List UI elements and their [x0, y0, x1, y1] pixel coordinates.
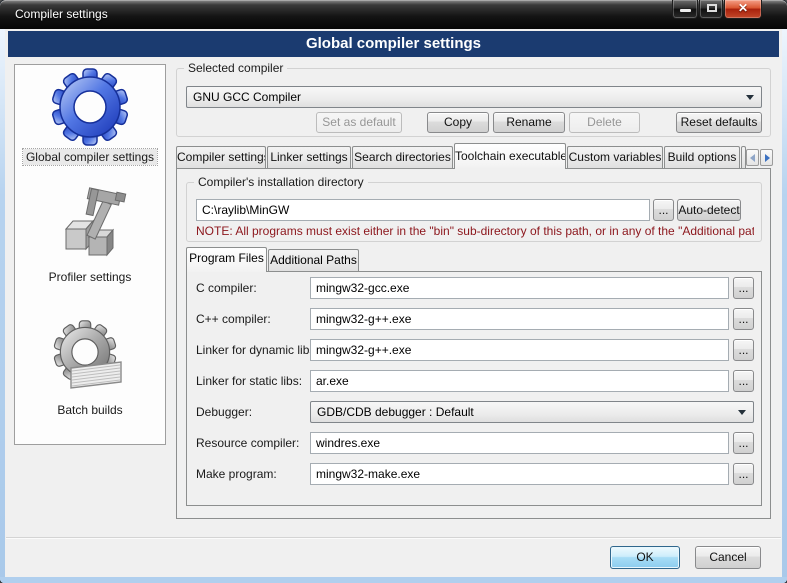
c-compiler-browse-button[interactable]: ...: [733, 277, 754, 299]
debugger-select[interactable]: GDB/CDB debugger : Default: [310, 401, 754, 423]
resource-compiler-label: Resource compiler:: [196, 436, 299, 450]
install-dir-legend: Compiler's installation directory: [194, 175, 368, 189]
install-dir-input[interactable]: [196, 199, 650, 221]
tab-scroll-left-button[interactable]: [746, 149, 759, 166]
chevron-down-icon: [746, 95, 754, 100]
compiler-settings-dialog: Compiler settings ✕ Global compiler sett…: [0, 0, 787, 583]
make-program-label: Make program:: [196, 467, 277, 481]
debugger-select-value: GDB/CDB debugger : Default: [317, 402, 474, 422]
auto-detect-button[interactable]: Auto-detect: [677, 199, 741, 221]
close-button[interactable]: ✕: [724, 0, 762, 19]
tab-linker-settings[interactable]: Linker settings: [267, 146, 351, 168]
c-compiler-label: C compiler:: [196, 281, 257, 295]
tab-search-directories[interactable]: Search directories: [352, 146, 453, 168]
install-dir-browse-button[interactable]: ...: [653, 199, 674, 221]
static-linker-browse-button[interactable]: ...: [733, 370, 754, 392]
window-border-right: [782, 29, 787, 583]
tab-build-options[interactable]: Build options: [664, 146, 740, 168]
sidebar-item-label: Batch builds: [54, 402, 125, 418]
chevron-down-icon: [738, 410, 746, 415]
footer-separator: [6, 537, 781, 539]
subtab-program-files[interactable]: Program Files: [186, 247, 267, 272]
sidebar-item-profiler-settings[interactable]: Profiler settings: [15, 187, 165, 286]
debugger-label: Debugger:: [196, 405, 252, 419]
tab-compiler-settings[interactable]: Compiler settings: [176, 146, 266, 168]
sidebar-item-batch-builds[interactable]: Batch builds: [15, 320, 165, 419]
settings-sidebar: Global compiler settings Profiler settin…: [14, 64, 166, 445]
rename-button[interactable]: Rename: [493, 112, 565, 133]
tab-scroll-right-button[interactable]: [760, 149, 773, 166]
compiler-select[interactable]: GNU GCC Compiler: [186, 86, 762, 108]
dynamic-linker-input[interactable]: [310, 339, 729, 361]
resource-compiler-input[interactable]: [310, 432, 729, 454]
sidebar-item-label: Profiler settings: [46, 269, 135, 285]
static-linker-label: Linker for static libs:: [196, 374, 302, 388]
sidebar-item-label: Global compiler settings: [23, 149, 157, 165]
sidebar-item-global-compiler-settings[interactable]: Global compiler settings: [15, 67, 165, 166]
delete-button[interactable]: Delete: [569, 112, 640, 133]
close-icon: ✕: [725, 1, 761, 15]
resource-compiler-browse-button[interactable]: ...: [733, 432, 754, 454]
compiler-select-value: GNU GCC Compiler: [193, 87, 301, 107]
maximize-button[interactable]: [699, 0, 723, 19]
install-dir-note: NOTE: All programs must exist either in …: [196, 224, 754, 238]
minimize-icon: [680, 9, 691, 12]
cancel-button[interactable]: Cancel: [695, 546, 761, 569]
window-title: Compiler settings: [15, 7, 108, 21]
caliper-icon: [52, 187, 128, 267]
right-arrow-icon: [765, 154, 770, 162]
gray-gear-papers-icon: [51, 320, 129, 400]
cpp-compiler-label: C++ compiler:: [196, 312, 271, 326]
page-title: Global compiler settings: [8, 31, 779, 57]
set-as-default-button[interactable]: Set as default: [316, 112, 402, 133]
blue-gear-icon: [50, 67, 130, 147]
cpp-compiler-browse-button[interactable]: ...: [733, 308, 754, 330]
tab-toolchain-executables[interactable]: Toolchain executables: [454, 143, 566, 169]
tab-custom-variables[interactable]: Custom variables: [567, 146, 663, 168]
window-border-bottom: [0, 577, 787, 583]
ok-button[interactable]: OK: [610, 546, 680, 569]
title-bar[interactable]: Compiler settings: [0, 0, 787, 29]
reset-defaults-button[interactable]: Reset defaults: [676, 112, 762, 133]
c-compiler-input[interactable]: [310, 277, 729, 299]
static-linker-input[interactable]: [310, 370, 729, 392]
dynamic-linker-label: Linker for dynamic libs:: [196, 343, 319, 357]
dynamic-linker-browse-button[interactable]: ...: [733, 339, 754, 361]
subtab-additional-paths[interactable]: Additional Paths: [268, 249, 359, 271]
maximize-icon: [707, 4, 717, 12]
left-arrow-icon: [750, 154, 755, 162]
copy-button[interactable]: Copy: [427, 112, 489, 133]
selected-compiler-legend: Selected compiler: [184, 61, 287, 75]
cpp-compiler-input[interactable]: [310, 308, 729, 330]
make-program-browse-button[interactable]: ...: [733, 463, 754, 485]
minimize-button[interactable]: [672, 0, 698, 19]
window-border-left: [0, 29, 5, 583]
header-banner: Global compiler settings: [8, 31, 779, 57]
make-program-input[interactable]: [310, 463, 729, 485]
